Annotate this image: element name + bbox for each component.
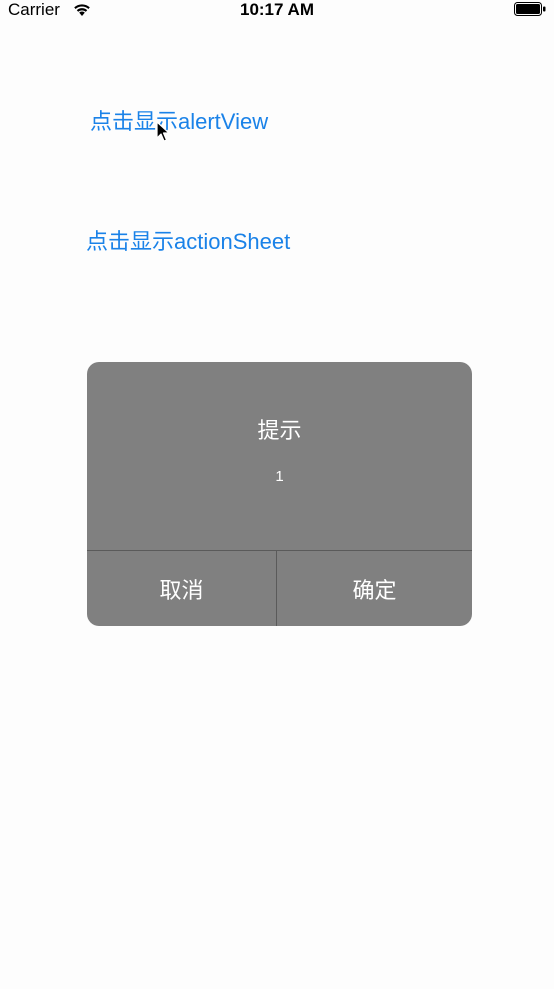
status-bar: Carrier 10:17 AM (0, 0, 554, 22)
battery-icon (514, 2, 546, 16)
cancel-button[interactable]: 取消 (87, 551, 276, 626)
alert-message: 1 (275, 468, 284, 485)
confirm-button[interactable]: 确定 (277, 551, 472, 626)
alert-title: 提示 (257, 418, 302, 443)
show-alertview-button[interactable]: 点击显示alertView (90, 108, 268, 136)
show-actionsheet-button[interactable]: 点击显示actionSheet (86, 228, 290, 256)
clock: 10:17 AM (239, 0, 314, 19)
alert-dialog: 提示 1 取消 确定 (87, 362, 472, 626)
